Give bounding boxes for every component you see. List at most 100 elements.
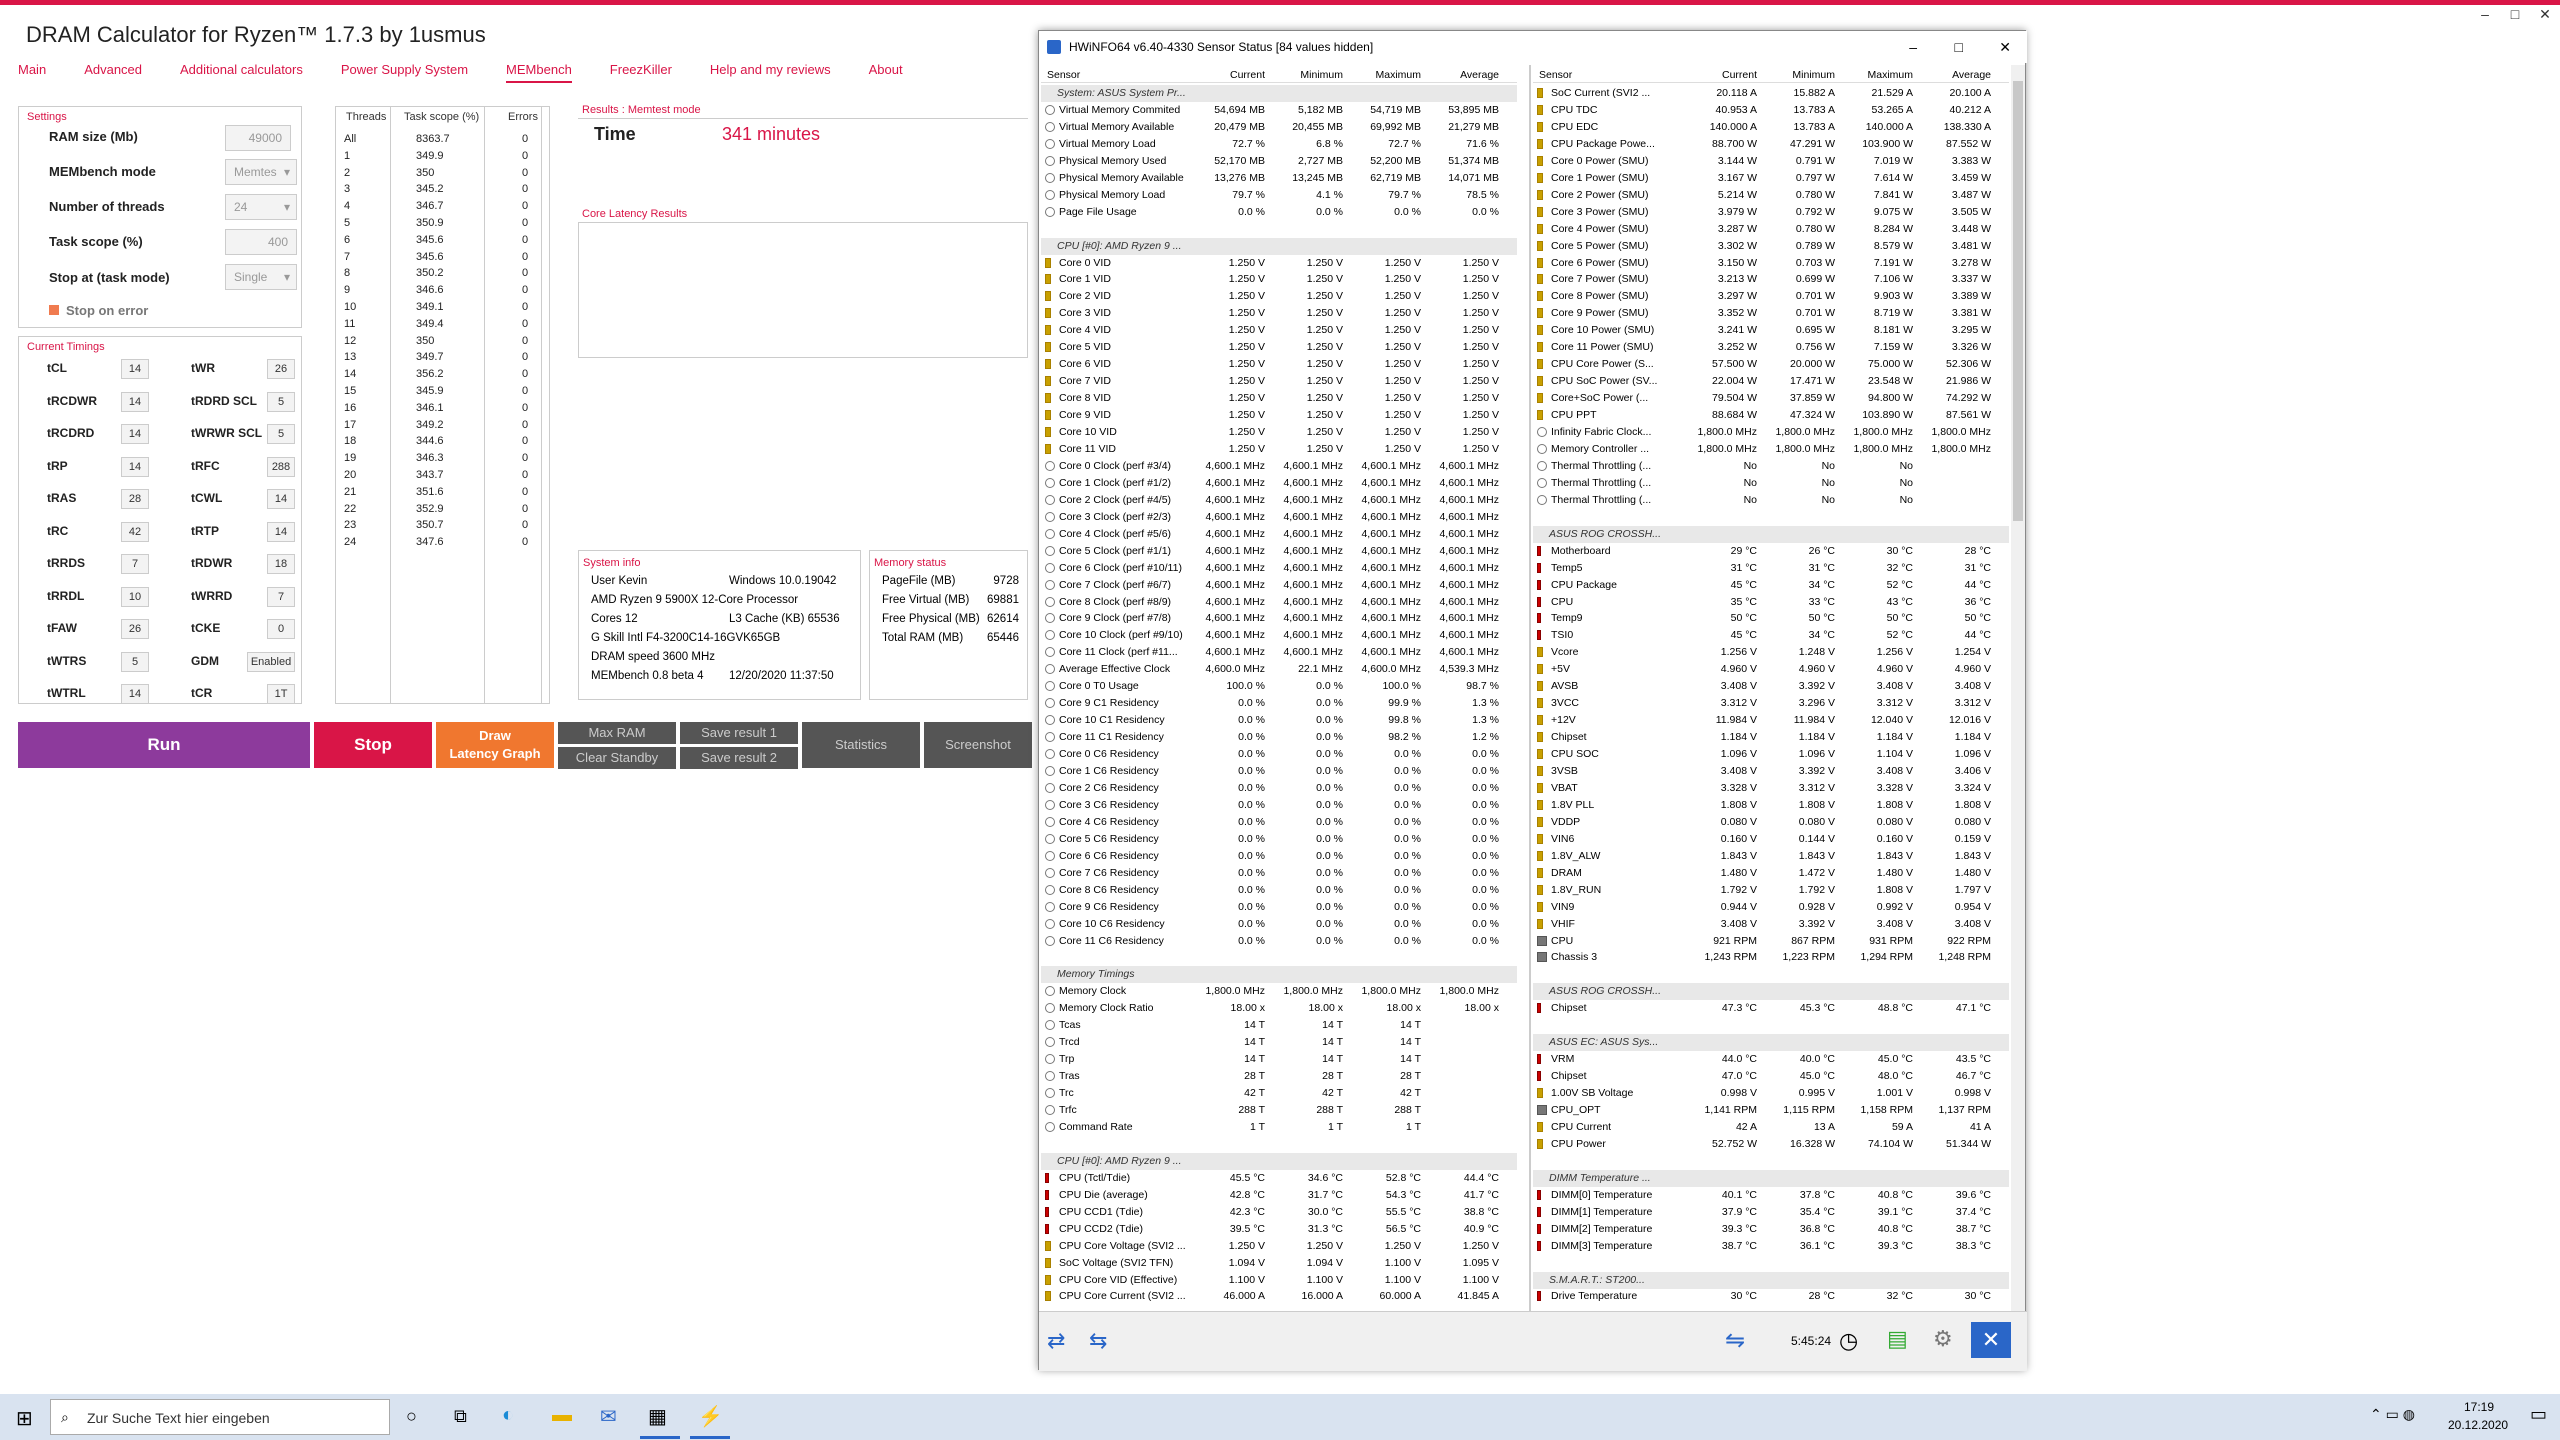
sensor-row[interactable]: CPU_OPT 1,141 RPM 1,115 RPM 1,158 RPM 1,137 … <box>1533 1102 2009 1119</box>
sensor-group-header[interactable]: ASUS EC: ASUS Sys... <box>1533 1034 2009 1052</box>
sensor-row[interactable]: Core 7 VID 1.250 V 1.250 V 1.250 V 1.250 V <box>1041 373 1517 390</box>
sensor-row[interactable]: Core 6 C6 Residency 0.0 % 0.0 % 0.0 % 0.0 % <box>1041 848 1517 865</box>
sensor-row[interactable]: Core 10 C1 Residency 0.0 % 0.0 % 99.8 % 1.3 … <box>1041 712 1517 729</box>
sensor-row[interactable]: Core 5 Clock (perf #1/1) 4,600.1 MHz 4,600… <box>1041 543 1517 560</box>
sensor-row[interactable]: 1.8V_ALW 1.843 V 1.843 V 1.843 V 1.843 V <box>1533 848 2009 865</box>
sensor-row[interactable]: Core 4 C6 Residency 0.0 % 0.0 % 0.0 % 0.0 % <box>1041 814 1517 831</box>
sensor-row[interactable]: Vcore 1.256 V 1.248 V 1.256 V 1.254 V <box>1533 644 2009 661</box>
sensor-row[interactable]: Memory Clock Ratio 18.00 x 18.00 x 18.00 x1… <box>1041 1000 1517 1017</box>
sensor-row[interactable]: Core+SoC Power (... 79.504 W 37.859 W 94.80… <box>1533 390 2009 407</box>
sensor-row[interactable]: VIN9 0.944 V 0.928 V 0.992 V 0.954 V <box>1533 899 2009 916</box>
cortana-icon[interactable]: ○ <box>406 1406 417 1427</box>
sensor-row[interactable]: Virtual Memory Available 20,479 MB 20,455 … <box>1041 119 1517 136</box>
membench-mode-select[interactable]: Memtes ▾ <box>225 159 297 185</box>
max-ram-button[interactable]: Max RAM <box>558 722 676 744</box>
stop-on-error-checkbox[interactable] <box>49 305 59 315</box>
sensor-row[interactable]: +12V 11.984 V 11.984 V 12.040 V 12.016 V <box>1533 712 2009 729</box>
sensor-row[interactable]: Thermal Throttling (... No No No <box>1533 475 2009 492</box>
sensor-row[interactable]: Chipset 1.184 V 1.184 V 1.184 V 1.184 V <box>1533 729 2009 746</box>
sensor-row[interactable]: Core 2 Clock (perf #4/5) 4,600.1 MHz 4,600… <box>1041 492 1517 509</box>
sensor-row[interactable]: Temp5 31 °C 31 °C 32 °C 31 °C <box>1533 560 2009 577</box>
sensor-row[interactable]: Core 2 Power (SMU) 5.214 W 0.780 W 7.841 W3… <box>1533 187 2009 204</box>
sensor-row[interactable]: 1.8V PLL 1.808 V 1.808 V 1.808 V 1.808 V <box>1533 797 2009 814</box>
hwinfo-taskbar-icon[interactable]: ⚡ <box>698 1404 723 1429</box>
sensor-row[interactable]: Core 6 Power (SMU) 3.150 W 0.703 W 7.191 W3… <box>1533 255 2009 272</box>
sensor-row[interactable]: Trc 42 T 42 T 42 T <box>1041 1085 1517 1102</box>
sensor-row[interactable]: Core 8 VID 1.250 V 1.250 V 1.250 V 1.250 V <box>1041 390 1517 407</box>
tab-additional-calculators[interactable]: Additional calculators <box>180 62 303 83</box>
statistics-button[interactable]: Statistics <box>802 722 920 768</box>
sensor-row[interactable]: Core 10 VID 1.250 V 1.250 V 1.250 V 1.250 V <box>1041 424 1517 441</box>
sensor-group-header[interactable]: CPU [#0]: AMD Ryzen 9 ... <box>1041 1152 1517 1170</box>
sensor-row[interactable]: Core 5 VID 1.250 V 1.250 V 1.250 V 1.250 V <box>1041 339 1517 356</box>
tab-membench[interactable]: MEMbench <box>506 62 572 83</box>
sensor-row[interactable]: TSI0 45 °C 34 °C 52 °C 44 °C <box>1533 627 2009 644</box>
sensor-row[interactable]: CPU PPT 88.684 W 47.324 W 103.890 W 87.561 W <box>1533 407 2009 424</box>
close-hwinfo-icon[interactable]: ✕ <box>1971 1322 2011 1358</box>
sensor-row[interactable]: Core 8 Clock (perf #8/9) 4,600.1 MHz 4,600… <box>1041 594 1517 611</box>
sensor-row[interactable]: Core 1 C6 Residency 0.0 % 0.0 % 0.0 % 0.0 % <box>1041 763 1517 780</box>
sensor-row[interactable]: Thermal Throttling (... No No No <box>1533 458 2009 475</box>
sensor-row[interactable]: Trfc 288 T 288 T 288 T <box>1041 1102 1517 1119</box>
task-scope-input[interactable]: 400 <box>225 229 297 255</box>
ram-size-input[interactable]: 49000 <box>225 125 291 151</box>
sensor-row[interactable]: Core 7 C6 Residency 0.0 % 0.0 % 0.0 % 0.0 % <box>1041 865 1517 882</box>
sensor-row[interactable]: CPU CCD1 (Tdie) 42.3 °C 30.0 °C 55.5 °C 38.8… <box>1041 1204 1517 1221</box>
notification-icon[interactable]: ▭ <box>2530 1404 2547 1425</box>
run-button[interactable]: Run <box>18 722 310 768</box>
sensor-row[interactable]: DIMM[2] Temperature 39.3 °C 36.8 °C 40.8 °C… <box>1533 1221 2009 1238</box>
sensor-row[interactable]: Average Effective Clock 4,600.0 MHz 22.1 M… <box>1041 661 1517 678</box>
sensor-group-header[interactable]: System: ASUS System Pr... <box>1041 85 1517 102</box>
sensor-row[interactable]: Core 4 VID 1.250 V 1.250 V 1.250 V 1.250 V <box>1041 322 1517 339</box>
stop-at-select[interactable]: Single ▾ <box>225 264 297 290</box>
sensor-row[interactable]: CPU Core Voltage (SVI2 ... 1.250 V 1.250 V… <box>1041 1238 1517 1255</box>
sensor-row[interactable]: Core 11 Power (SMU) 3.252 W 0.756 W 7.159 W… <box>1533 339 2009 356</box>
sensor-row[interactable]: Core 9 C6 Residency 0.0 % 0.0 % 0.0 % 0.0 % <box>1041 899 1517 916</box>
sensor-row[interactable]: Core 11 C6 Residency 0.0 % 0.0 % 0.0 % 0.0 % <box>1041 933 1517 950</box>
sensor-row[interactable]: Command Rate 1 T1 T1 T <box>1041 1119 1517 1136</box>
tab-power-supply-system[interactable]: Power Supply System <box>341 62 468 83</box>
sensor-row[interactable]: Drive Temperature 30 °C 28 °C 32 °C 30 °C <box>1533 1288 2009 1305</box>
sensor-row[interactable]: 1.8V_RUN 1.792 V 1.792 V 1.808 V 1.797 V <box>1533 882 2009 899</box>
sensor-row[interactable]: CPU Power 52.752 W 16.328 W 74.104 W 51.344 … <box>1533 1136 2009 1153</box>
maximize-icon[interactable]: □ <box>1955 31 1963 63</box>
sensor-row[interactable]: Tras 28 T 28 T 28 T <box>1041 1068 1517 1085</box>
sensor-row[interactable]: Core 7 Clock (perf #6/7) 4,600.1 MHz 4,600… <box>1041 577 1517 594</box>
sensor-row[interactable]: CPU Core Current (SVI2 ... 46.000 A 16.000… <box>1041 1288 1517 1305</box>
sensor-row[interactable]: Virtual Memory Commited 54,694 MB 5,182 MB… <box>1041 102 1517 119</box>
sensor-row[interactable]: CPU Current 42 A 13 A 59 A 41 A <box>1533 1119 2009 1136</box>
minimize-icon[interactable]: – <box>2470 6 2500 23</box>
dram-calc-icon[interactable]: ▦ <box>648 1404 667 1429</box>
sensor-row[interactable]: Core 3 VID 1.250 V 1.250 V 1.250 V 1.250 V <box>1041 305 1517 322</box>
sensor-row[interactable]: Core 2 C6 Residency 0.0 % 0.0 % 0.0 % 0.0 % <box>1041 780 1517 797</box>
sensor-row[interactable]: Temp9 50 °C 50 °C 50 °C 50 °C <box>1533 610 2009 627</box>
sensor-row[interactable]: CPU Die (average) 42.8 °C 31.7 °C 54.3 °C 41… <box>1041 1187 1517 1204</box>
nav-left-icon[interactable]: ⇄ <box>1047 1328 1065 1354</box>
sensor-row[interactable]: Core 0 T0 Usage 100.0 % 0.0 % 100.0 % 98.7 % <box>1041 678 1517 695</box>
sensor-row[interactable]: Page File Usage 0.0 % 0.0 % 0.0 % 0.0 % <box>1041 204 1517 221</box>
sensor-row[interactable]: Core 11 Clock (perf #11... 4,600.1 MHz 4,6… <box>1041 644 1517 661</box>
edge-icon[interactable]: ◐ <box>502 1404 514 1427</box>
sensor-row[interactable]: Physical Memory Used 52,170 MB 2,727 MB 52,… <box>1041 153 1517 170</box>
sensor-row[interactable]: CPU Core VID (Effective) 1.100 V 1.100 V 1.… <box>1041 1272 1517 1289</box>
sensor-row[interactable]: Core 8 C6 Residency 0.0 % 0.0 % 0.0 % 0.0 % <box>1041 882 1517 899</box>
sensor-row[interactable]: Core 2 VID 1.250 V 1.250 V 1.250 V 1.250 V <box>1041 288 1517 305</box>
sensor-row[interactable]: Core 9 Power (SMU) 3.352 W 0.701 W 8.719 W3… <box>1533 305 2009 322</box>
sensor-row[interactable]: DIMM[0] Temperature 40.1 °C 37.8 °C 40.8 °C… <box>1533 1187 2009 1204</box>
sensor-row[interactable]: DIMM[3] Temperature 38.7 °C 36.1 °C 39.3 °C… <box>1533 1238 2009 1255</box>
sensor-row[interactable]: Motherboard 29 °C 26 °C 30 °C 28 °C <box>1533 543 2009 560</box>
sensor-row[interactable]: Core 11 VID 1.250 V 1.250 V 1.250 V 1.250 V <box>1041 441 1517 458</box>
sensor-row[interactable]: Core 5 Power (SMU) 3.302 W 0.789 W 8.579 W3… <box>1533 238 2009 255</box>
sensor-row[interactable]: Infinity Fabric Clock... 1,800.0 MHz 1,800… <box>1533 424 2009 441</box>
task-view-icon[interactable]: ⧉ <box>454 1406 467 1427</box>
sensor-row[interactable]: Core 1 Clock (perf #1/2) 4,600.1 MHz 4,600… <box>1041 475 1517 492</box>
sensor-row[interactable]: Core 1 VID 1.250 V 1.250 V 1.250 V 1.250 V <box>1041 271 1517 288</box>
clock-icon[interactable]: ◷ <box>1839 1328 1858 1354</box>
report-icon[interactable]: ▤ <box>1887 1326 1908 1352</box>
sensor-row[interactable]: CPU (Tctl/Tdie) 45.5 °C 34.6 °C 52.8 °C 44.4… <box>1041 1170 1517 1187</box>
sensor-row[interactable]: CPU SoC Power (SV... 22.004 W 17.471 W 23.5… <box>1533 373 2009 390</box>
sensor-row[interactable]: SoC Voltage (SVI2 TFN) 1.094 V 1.094 V 1.10… <box>1041 1255 1517 1272</box>
sensor-row[interactable]: Thermal Throttling (... No No No <box>1533 492 2009 509</box>
tray-icons[interactable]: ⌃ ▭ ◍ <box>2370 1406 2415 1423</box>
sensor-row[interactable]: Core 6 Clock (perf #10/11) 4,600.1 MHz 4,6… <box>1041 560 1517 577</box>
